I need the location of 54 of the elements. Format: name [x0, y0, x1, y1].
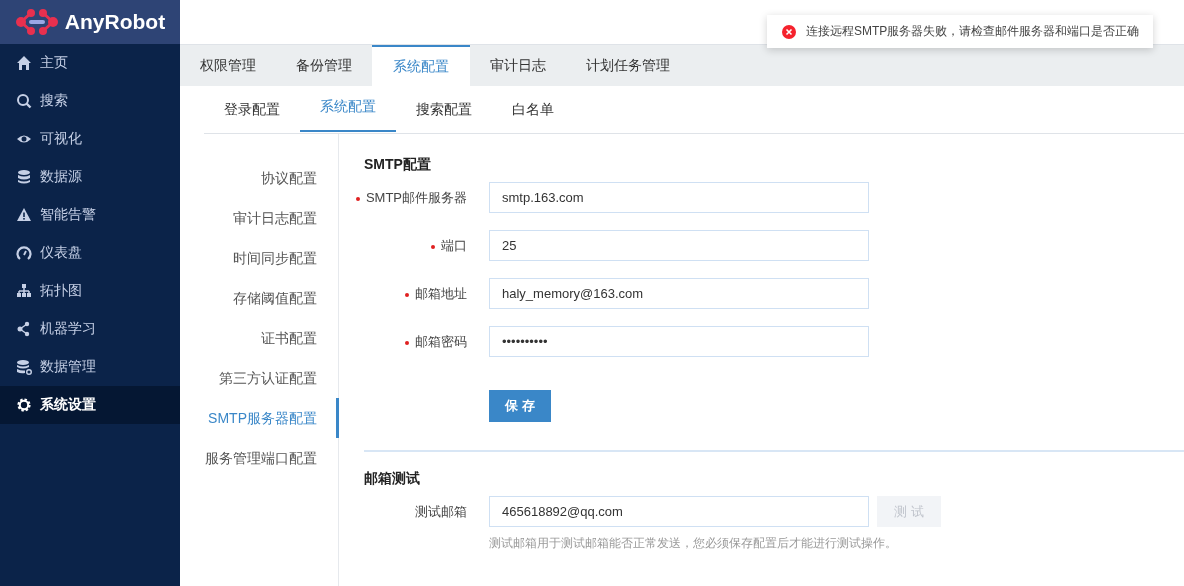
field-label: 邮箱密码	[352, 326, 467, 351]
field-label: 邮箱地址	[352, 278, 467, 303]
sidebar-item[interactable]: 拓扑图	[0, 272, 180, 310]
tab[interactable]: 备份管理	[276, 45, 372, 86]
nodes-icon	[16, 321, 32, 337]
tab[interactable]: 搜索配置	[396, 86, 492, 134]
nav-item[interactable]: 第三方认证配置	[180, 358, 339, 398]
field-label: 端口	[352, 230, 467, 255]
nav-item[interactable]: SMTP服务器配置	[180, 398, 339, 438]
nav-item[interactable]: 时间同步配置	[180, 238, 339, 278]
nav-item[interactable]: 审计日志配置	[180, 198, 339, 238]
settings-icon	[16, 397, 32, 413]
sidebar-item[interactable]: 搜索	[0, 82, 180, 120]
tab[interactable]: 系统配置	[372, 45, 470, 86]
hierarchy-icon	[16, 283, 32, 299]
sidebar-item[interactable]: 数据源	[0, 158, 180, 196]
sidebar-item[interactable]: 仪表盘	[0, 234, 180, 272]
section-title: 邮箱测试	[364, 470, 421, 488]
nav-item[interactable]: 证书配置	[180, 318, 339, 358]
gauge-icon	[16, 245, 32, 261]
nav-item[interactable]: 存储阈值配置	[180, 278, 339, 318]
logo-icon	[14, 8, 59, 36]
input-field[interactable]: 465618892@qq.com	[489, 496, 869, 527]
database-gear-icon	[16, 359, 32, 375]
sidebar-item[interactable]: 系统设置	[0, 386, 180, 424]
input-field[interactable]: ••••••••••	[489, 326, 869, 357]
tab[interactable]: 系统配置	[300, 86, 396, 132]
input-field[interactable]: 25	[489, 230, 869, 261]
home-icon	[16, 55, 32, 71]
tab[interactable]: 审计日志	[470, 45, 566, 86]
field-label: 测试邮箱	[414, 503, 467, 521]
sidebar-item[interactable]: 机器学习	[0, 310, 180, 348]
search-icon	[16, 93, 32, 109]
sidebar-item[interactable]: 主页	[0, 44, 180, 82]
toast-message: 连接远程SMTP服务器失败，请检查邮件服务器和端口是否正确	[806, 23, 1140, 40]
input-field[interactable]: haly_memory@163.com	[489, 278, 869, 309]
save-button[interactable]: 保 存	[489, 390, 551, 422]
tab[interactable]: 权限管理	[180, 45, 276, 86]
nav-item[interactable]: 协议配置	[180, 158, 339, 198]
error-icon	[782, 24, 796, 39]
tab[interactable]: 登录配置	[204, 86, 300, 134]
sidebar-item[interactable]: 智能告警	[0, 196, 180, 234]
warning-icon	[16, 207, 32, 223]
tab[interactable]: 计划任务管理	[566, 45, 690, 86]
database-icon	[16, 169, 32, 185]
sidebar-item[interactable]: 可视化	[0, 120, 180, 158]
tab[interactable]: 白名单	[492, 86, 574, 134]
section-title: SMTP配置	[364, 156, 432, 174]
field-label: SMTP邮件服务器	[352, 182, 467, 207]
input-field[interactable]: smtp.163.com	[489, 182, 869, 213]
sidebar-item[interactable]: 数据管理	[0, 348, 180, 386]
hint-text: 测试邮箱用于测试邮箱能否正常发送，您必须保存配置后才能进行测试操作。	[488, 535, 898, 552]
nav-item[interactable]: 服务管理端口配置	[180, 438, 339, 478]
logo-text: AnyRobot	[64, 10, 166, 34]
